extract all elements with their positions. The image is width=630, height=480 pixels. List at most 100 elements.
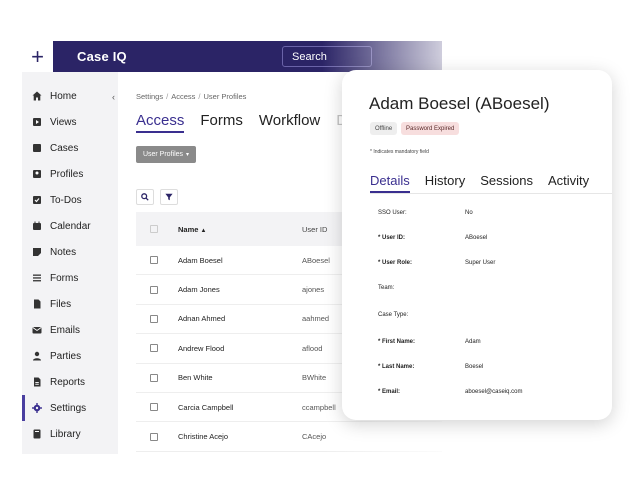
sidebar-item-home[interactable]: Home [22,83,118,109]
panel-tabs: Details History Sessions Activity [370,173,589,193]
cell-name: Ben White [178,373,213,383]
views-icon [32,117,42,127]
tab-activity[interactable]: Activity [548,173,589,193]
cell-user-id: CAcejo [302,432,327,442]
add-button[interactable]: + [22,41,53,72]
field-value-user-role: Super User [465,260,496,266]
sidebar-item-label: Reports [50,376,86,388]
sidebar-item-label: Forms [50,272,79,284]
todos-icon [32,195,42,205]
sidebar-item-label: Home [50,90,77,102]
breadcrumb-settings[interactable]: Settings [136,92,163,101]
field-label-last-name: * Last Name: [378,364,415,370]
sidebar-item-calendar[interactable]: Calendar [22,213,118,239]
sidebar-item-profiles[interactable]: Profiles [22,161,118,187]
calendar-icon [32,221,42,231]
tab-access[interactable]: Access [136,112,185,133]
sidebar-item-forms[interactable]: Forms [22,265,118,291]
row-checkbox[interactable] [150,285,158,294]
cell-name: Adam Boesel [178,255,223,265]
field-label-user-id: * User ID: [378,235,406,241]
breadcrumb-access[interactable]: Access [171,92,195,101]
row-checkbox[interactable] [150,344,158,353]
sidebar-item-label: Files [50,298,72,310]
filter-button[interactable] [160,189,178,205]
table-row[interactable]: Christine Acejo CAcejo [136,422,442,452]
field-value-sso-user: No [465,210,473,216]
cases-icon [32,143,42,153]
sidebar-item-label: Emails [50,324,81,336]
user-profiles-label: User Profiles [142,151,184,158]
emails-icon [32,325,42,335]
row-checkbox[interactable] [150,403,158,412]
sidebar-item-views[interactable]: Views [22,109,118,135]
files-icon [32,299,42,309]
sidebar-item-todos[interactable]: To-Dos [22,187,118,213]
field-label-first-name: * First Name: [378,339,416,345]
field-value-first-name: Adam [465,339,481,345]
breadcrumb: Settings / Access / User Profiles [136,92,247,101]
search-button[interactable] [136,189,154,205]
reports-icon [32,377,42,387]
caret-down-icon: ▾ [186,152,190,158]
brand-logo: Case IQ [77,49,127,64]
sidebar: ‹ Home Views Cases Profiles To-Dos Calen… [22,72,118,454]
field-label-team: Team: [378,285,395,291]
sidebar-item-cases[interactable]: Cases [22,135,118,161]
field-label-case-type: Case Type: [378,312,409,318]
sidebar-item-notes[interactable]: Notes [22,239,118,265]
notes-icon [32,247,42,257]
forms-icon [32,273,42,283]
sidebar-item-label: Views [50,116,77,128]
search-icon [141,193,149,201]
user-detail-panel: Adam Boesel (ABoesel) Offline Password E… [342,70,612,420]
sidebar-item-label: Cases [50,142,79,154]
cell-name: Christine Acejo [178,432,229,442]
sidebar-item-files[interactable]: Files [22,291,118,317]
sidebar-item-emails[interactable]: Emails [22,317,118,343]
row-checkbox[interactable] [150,314,158,323]
field-label-user-role: * User Role: [378,260,413,266]
top-bar: + Case IQ Search [22,41,442,72]
row-checkbox[interactable] [150,373,158,382]
gear-icon [32,403,42,413]
field-value-last-name: Boesel [465,364,484,370]
table-tools [136,189,178,205]
row-checkbox[interactable] [150,432,158,441]
field-label-sso-user: SSO User: [378,210,407,216]
column-header-name[interactable]: Name ▲ [178,225,302,234]
select-all-checkbox[interactable] [150,225,158,233]
sidebar-item-label: Notes [50,246,77,258]
password-expired-badge: Password Expired [401,122,460,135]
cell-name: Carcia Campbell [178,402,234,412]
tab-sessions[interactable]: Sessions [480,173,533,193]
sidebar-item-settings[interactable]: Settings [22,395,118,421]
parties-icon [32,351,42,361]
profiles-icon [32,169,42,179]
settings-tabs: Access Forms Workflow Da [136,112,355,133]
panel-title: Adam Boesel (ABoesel) [369,94,550,113]
sidebar-item-reports[interactable]: Reports [22,369,118,395]
sidebar-item-library[interactable]: Library [22,421,118,447]
tab-details[interactable]: Details [370,173,410,193]
sidebar-item-label: Settings [50,402,87,414]
sidebar-item-label: Calendar [50,220,91,232]
home-icon [32,91,42,101]
row-checkbox[interactable] [150,256,158,265]
mandatory-note: * Indicates mandatory field [370,149,429,155]
search-input[interactable]: Search [282,46,372,67]
breadcrumb-user-profiles: User Profiles [203,92,247,101]
tab-workflow[interactable]: Workflow [259,112,320,133]
tabs-divider [370,193,612,194]
status-badge: Offline [370,122,398,135]
sidebar-item-label: Parties [50,350,82,362]
tab-forms[interactable]: Forms [200,112,243,133]
sidebar-item-label: To-Dos [50,194,82,206]
field-value-user-id: ABoesel [465,235,488,241]
field-label-email: * Email: [378,389,401,395]
user-profiles-dropdown[interactable]: User Profiles ▾ [136,146,196,163]
sidebar-item-parties[interactable]: Parties [22,343,118,369]
cell-name: Adam Jones [178,285,220,295]
tab-history[interactable]: History [425,173,465,193]
sort-asc-icon: ▲ [200,227,207,234]
